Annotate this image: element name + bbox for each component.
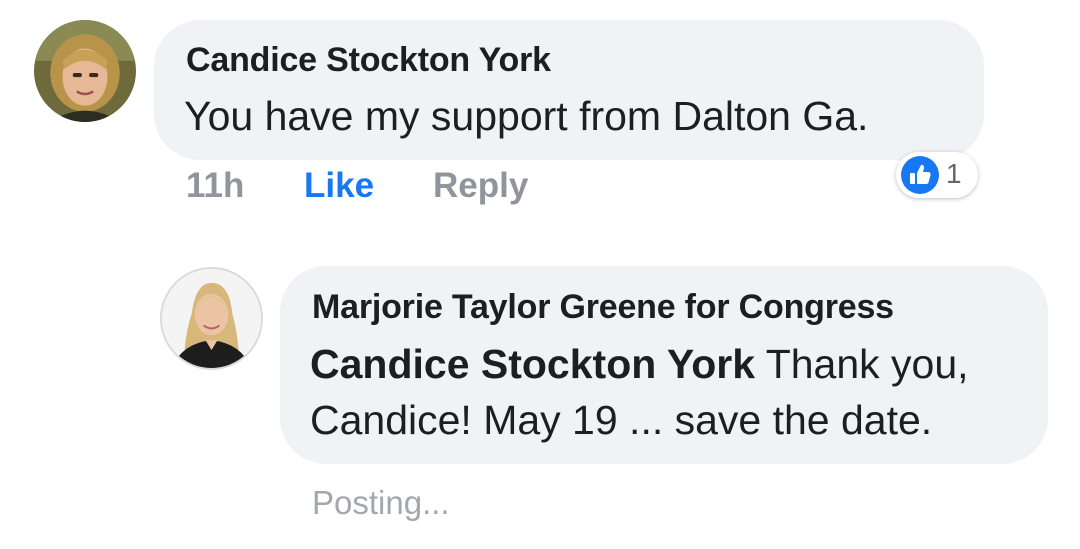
- reply-button[interactable]: Reply: [433, 166, 528, 206]
- comment-bubble: Candice Stockton York You have my suppor…: [154, 20, 984, 160]
- reaction-count-badge[interactable]: 1: [896, 152, 978, 198]
- reply-text-line2: Candice! May 19 ... save the date.: [310, 397, 933, 443]
- profile-photo-icon: [34, 20, 136, 122]
- profile-photo-icon: [162, 269, 261, 368]
- thumbs-up-icon: [901, 156, 939, 194]
- posting-status: Posting...: [312, 484, 450, 521]
- reply-author[interactable]: Marjorie Taylor Greene for Congress: [312, 288, 894, 327]
- reply-bubble: Marjorie Taylor Greene for Congress Cand…: [280, 266, 1048, 464]
- like-button[interactable]: Like: [304, 166, 374, 206]
- avatar-candice[interactable]: [34, 20, 136, 122]
- reply-text-line1: Thank you,: [755, 341, 969, 387]
- comment-author[interactable]: Candice Stockton York: [186, 41, 551, 80]
- reaction-count: 1: [946, 158, 962, 189]
- comment-timestamp[interactable]: 11h: [186, 166, 244, 206]
- comment-thread: Candice Stockton York You have my suppor…: [0, 0, 1080, 549]
- mention-tag[interactable]: Candice Stockton York: [310, 341, 755, 387]
- reply-text: Candice Stockton York Thank you, Candice…: [310, 336, 969, 448]
- comment-text: You have my support from Dalton Ga.: [184, 93, 869, 139]
- avatar-marjorie[interactable]: [160, 267, 263, 370]
